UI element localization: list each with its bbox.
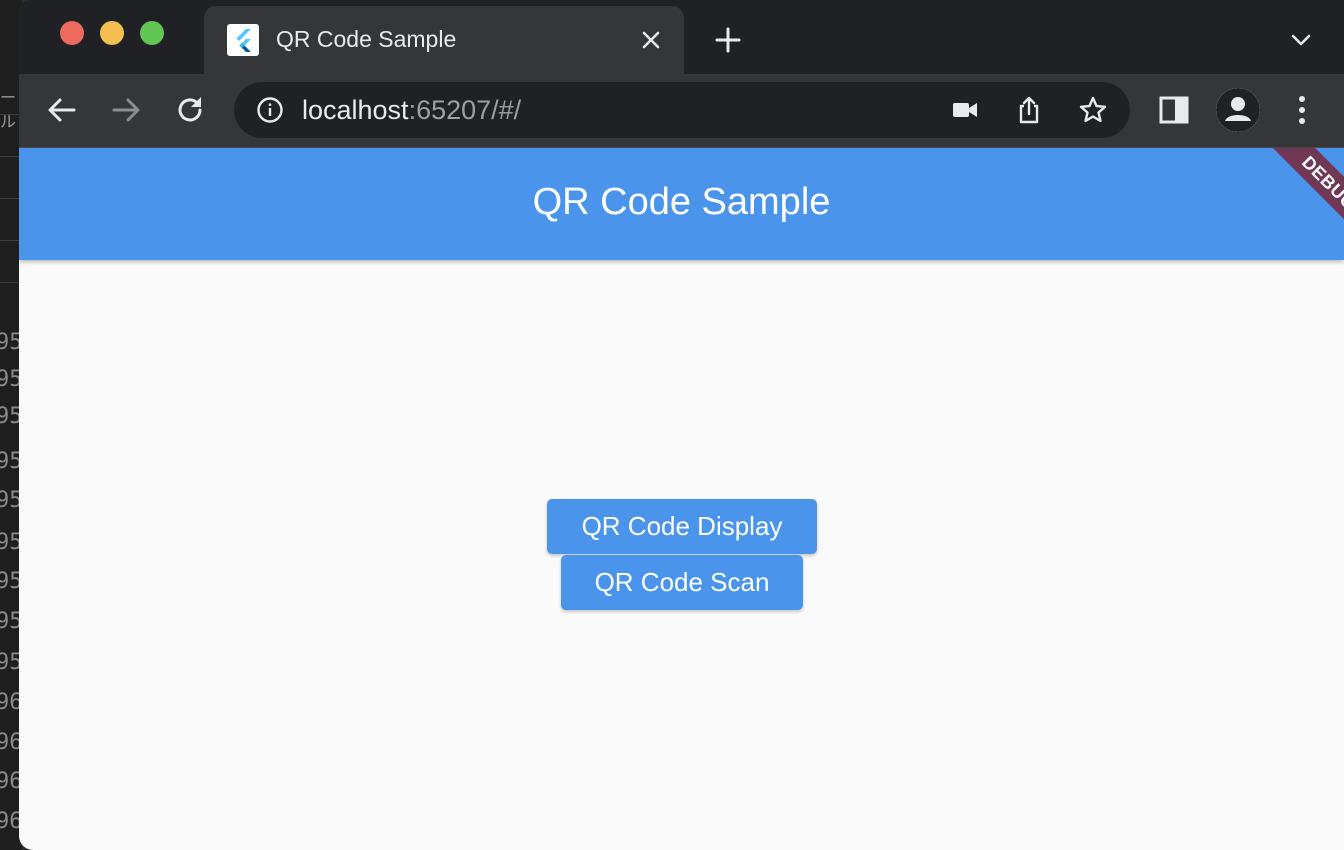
arrow-left-icon[interactable] bbox=[45, 93, 79, 127]
video-camera-icon[interactable] bbox=[950, 95, 980, 125]
reload-icon[interactable] bbox=[173, 93, 207, 127]
browser-toolbar: localhost:65207/#/ bbox=[19, 74, 1344, 148]
qr-code-display-button[interactable]: QR Code Display bbox=[547, 499, 817, 554]
chevron-down-icon[interactable] bbox=[1289, 28, 1313, 52]
web-page: QR Code Sample DEBUG QR Code Display QR … bbox=[19, 148, 1344, 850]
tab-strip: QR Code Sample bbox=[19, 0, 1344, 74]
url-text: localhost:65207/#/ bbox=[302, 95, 521, 126]
app-bar: QR Code Sample bbox=[19, 148, 1344, 260]
flutter-icon bbox=[227, 24, 259, 56]
tab-qr-code-sample[interactable]: QR Code Sample bbox=[204, 6, 684, 74]
url-host: localhost bbox=[302, 95, 409, 125]
url-path: :65207/#/ bbox=[408, 95, 522, 125]
address-bar[interactable]: localhost:65207/#/ bbox=[234, 82, 1130, 138]
share-icon[interactable] bbox=[1014, 95, 1044, 125]
close-window-button[interactable] bbox=[60, 21, 84, 45]
side-panel-icon[interactable] bbox=[1157, 93, 1191, 127]
minimize-window-button[interactable] bbox=[100, 21, 124, 45]
close-icon[interactable] bbox=[639, 28, 663, 52]
profile-icon[interactable] bbox=[1216, 88, 1260, 132]
browser-window: QR Code Sample localhost:65207/#/ QR Cod… bbox=[19, 0, 1344, 850]
arrow-right-icon[interactable] bbox=[109, 93, 143, 127]
tab-title: QR Code Sample bbox=[276, 26, 457, 52]
qr-code-scan-button[interactable]: QR Code Scan bbox=[561, 555, 803, 610]
plus-icon[interactable] bbox=[714, 26, 742, 54]
page-title: QR Code Sample bbox=[532, 181, 831, 223]
zoom-window-button[interactable] bbox=[140, 21, 164, 45]
kebab-menu-icon[interactable] bbox=[1285, 93, 1319, 127]
star-icon[interactable] bbox=[1078, 95, 1108, 125]
info-icon[interactable] bbox=[256, 96, 284, 124]
